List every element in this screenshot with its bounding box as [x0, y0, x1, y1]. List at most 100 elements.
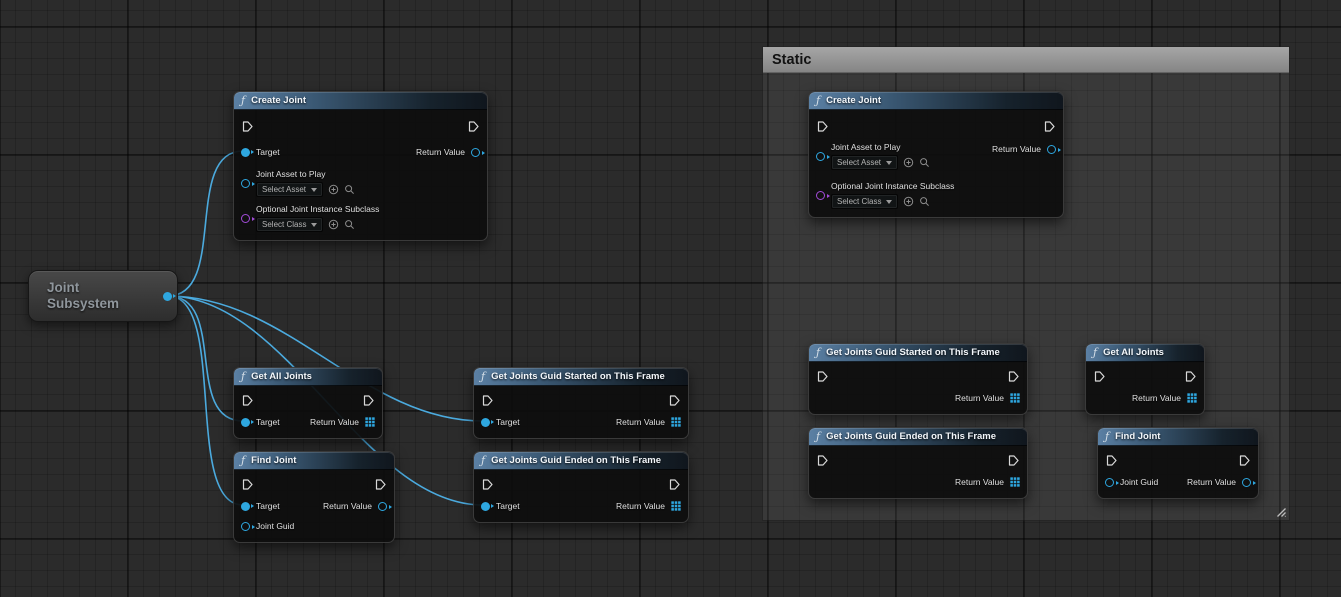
function-icon: ƒ	[816, 95, 820, 106]
node-get-all-joints-static[interactable]: ƒ Get All Joints Return Value	[1085, 343, 1205, 415]
exec-in-pin[interactable]	[241, 394, 254, 407]
exec-out-pin[interactable]	[467, 120, 480, 133]
return-value-array-pin[interactable]	[365, 417, 375, 427]
target-pin[interactable]	[241, 502, 250, 511]
exec-in-pin[interactable]	[481, 478, 494, 491]
node-joint-subsystem[interactable]: Joint Subsystem	[28, 270, 178, 322]
function-icon: ƒ	[481, 455, 485, 466]
exec-out-pin[interactable]	[1238, 454, 1251, 467]
select-class-dropdown[interactable]: Select Class	[831, 194, 898, 209]
node-header[interactable]: ƒ Get Joints Guid Ended on This Frame	[809, 428, 1027, 446]
exec-out-pin[interactable]	[1007, 454, 1020, 467]
exec-in-pin[interactable]	[816, 120, 829, 133]
return-value-pin[interactable]	[378, 502, 387, 511]
node-title: Create Joint	[251, 95, 306, 106]
joint-guid-pin[interactable]	[241, 522, 250, 531]
return-value-pin-label: Return Value	[992, 144, 1041, 154]
search-icon[interactable]	[919, 157, 930, 168]
subsystem-output-pin[interactable]	[163, 292, 172, 301]
return-value-pin-label: Return Value	[416, 147, 465, 157]
return-value-pin[interactable]	[471, 148, 480, 157]
exec-in-pin[interactable]	[1093, 370, 1106, 383]
select-class-dropdown[interactable]: Select Class	[256, 217, 323, 232]
target-pin[interactable]	[241, 148, 250, 157]
exec-in-pin[interactable]	[816, 370, 829, 383]
exec-out-pin[interactable]	[1007, 370, 1020, 383]
circle-plus-icon[interactable]	[328, 219, 339, 230]
return-value-array-pin[interactable]	[671, 501, 681, 511]
exec-in-pin[interactable]	[816, 454, 829, 467]
joint-guid-pin-label: Joint Guid	[1120, 477, 1158, 487]
node-header[interactable]: ƒ Get Joints Guid Started on This Frame	[474, 368, 688, 386]
node-header[interactable]: ƒ Get All Joints	[1086, 344, 1204, 362]
target-pin[interactable]	[481, 502, 490, 511]
chevron-down-icon	[311, 223, 317, 227]
return-value-array-pin[interactable]	[1187, 393, 1197, 403]
target-pin[interactable]	[241, 418, 250, 427]
blueprint-canvas[interactable]: Static Joint Subsystem ƒ Create Joint	[0, 0, 1341, 597]
exec-out-pin[interactable]	[668, 478, 681, 491]
return-value-pin-label: Return Value	[310, 417, 359, 427]
select-asset-dropdown[interactable]: Select Asset	[256, 182, 323, 197]
node-get-all-joints[interactable]: ƒ Get All Joints Target Return Value	[233, 367, 383, 439]
subclass-pin[interactable]	[816, 191, 825, 200]
node-header[interactable]: ƒ Create Joint	[234, 92, 487, 110]
chevron-down-icon	[886, 161, 892, 165]
node-find-joint-static[interactable]: ƒ Find Joint Joint Guid Return Value	[1097, 427, 1259, 499]
chevron-down-icon	[311, 188, 317, 192]
exec-row	[809, 112, 1063, 140]
node-find-joint[interactable]: ƒ Find Joint Target Return Value	[233, 451, 395, 543]
joint-asset-pin-label: Joint Asset to Play	[256, 169, 355, 179]
return-value-pin[interactable]	[1047, 145, 1056, 154]
return-value-pin[interactable]	[1242, 478, 1251, 487]
exec-in-pin[interactable]	[241, 478, 254, 491]
exec-in-pin[interactable]	[1105, 454, 1118, 467]
exec-out-pin[interactable]	[374, 478, 387, 491]
circle-plus-icon[interactable]	[328, 184, 339, 195]
exec-out-pin[interactable]	[1043, 120, 1056, 133]
select-asset-dropdown[interactable]: Select Asset	[831, 155, 898, 170]
node-header[interactable]: ƒ Find Joint	[234, 452, 394, 470]
node-create-joint[interactable]: ƒ Create Joint Target Return Value	[233, 91, 488, 241]
exec-in-pin[interactable]	[481, 394, 494, 407]
node-header[interactable]: ƒ Find Joint	[1098, 428, 1258, 446]
exec-in-pin[interactable]	[241, 120, 254, 133]
target-pin-label: Target	[256, 147, 280, 157]
node-header[interactable]: ƒ Create Joint	[809, 92, 1063, 110]
target-pin[interactable]	[481, 418, 490, 427]
node-get-joints-guid-ended[interactable]: ƒ Get Joints Guid Ended on This Frame Ta…	[473, 451, 689, 523]
node-get-joints-guid-started-static[interactable]: ƒ Get Joints Guid Started on This Frame …	[808, 343, 1028, 415]
return-value-array-pin[interactable]	[1010, 477, 1020, 487]
node-header[interactable]: ƒ Get All Joints	[234, 368, 382, 386]
node-header[interactable]: ƒ Get Joints Guid Started on This Frame	[809, 344, 1027, 362]
node-get-joints-guid-ended-static[interactable]: ƒ Get Joints Guid Ended on This Frame Re…	[808, 427, 1028, 499]
exec-row	[474, 388, 688, 412]
node-get-joints-guid-started[interactable]: ƒ Get Joints Guid Started on This Frame …	[473, 367, 689, 439]
return-value-pin-label: Return Value	[616, 501, 665, 511]
exec-row	[234, 388, 382, 412]
exec-out-pin[interactable]	[668, 394, 681, 407]
return-value-array-pin[interactable]	[671, 417, 681, 427]
search-icon[interactable]	[344, 219, 355, 230]
node-create-joint-static[interactable]: ƒ Create Joint Joint Asset to Play Selec…	[808, 91, 1064, 218]
pin-row: Target Return Value	[474, 412, 688, 432]
comment-header[interactable]: Static	[763, 47, 1289, 73]
select-asset-label: Select Asset	[262, 185, 306, 194]
return-value-array-pin[interactable]	[1010, 393, 1020, 403]
exec-out-pin[interactable]	[1184, 370, 1197, 383]
function-icon: ƒ	[1105, 431, 1109, 442]
node-header[interactable]: ƒ Get Joints Guid Ended on This Frame	[474, 452, 688, 470]
subclass-pin[interactable]	[241, 214, 250, 223]
search-icon[interactable]	[919, 196, 930, 207]
joint-guid-pin[interactable]	[1105, 478, 1114, 487]
resize-handle[interactable]	[1274, 505, 1287, 518]
exec-row	[809, 364, 1027, 388]
circle-plus-icon[interactable]	[903, 157, 914, 168]
joint-asset-pin[interactable]	[241, 179, 250, 188]
exec-out-pin[interactable]	[362, 394, 375, 407]
target-pin-label: Target	[256, 417, 280, 427]
pin-row: Target Return Value	[234, 496, 394, 516]
joint-asset-pin[interactable]	[816, 152, 825, 161]
circle-plus-icon[interactable]	[903, 196, 914, 207]
search-icon[interactable]	[344, 184, 355, 195]
